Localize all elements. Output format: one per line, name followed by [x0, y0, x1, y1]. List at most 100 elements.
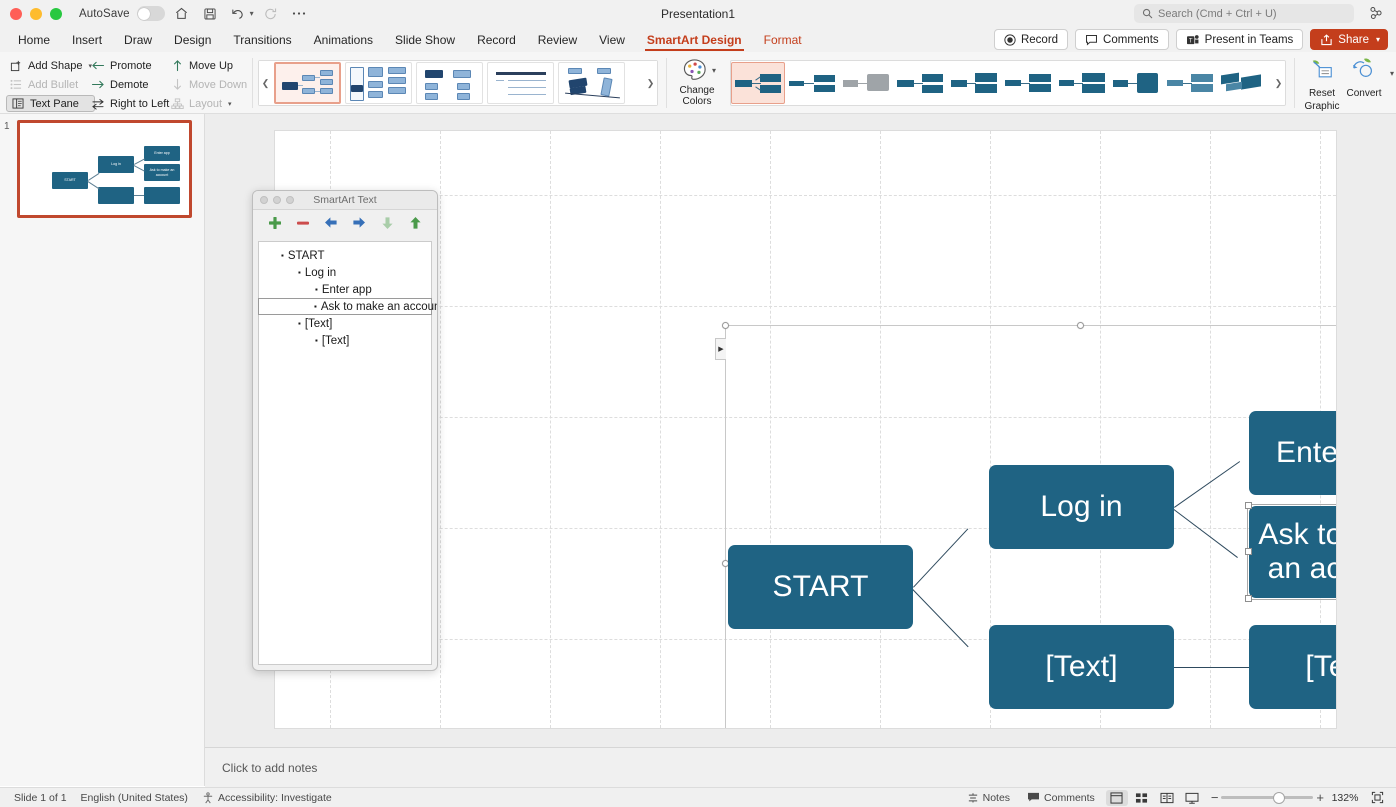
ribbon-options-icon[interactable]	[1368, 5, 1384, 26]
zoom-slider[interactable]	[1221, 791, 1314, 804]
record-button[interactable]: Record	[993, 29, 1069, 50]
undo-icon[interactable]	[227, 3, 249, 25]
language-label[interactable]: English (United States)	[81, 792, 188, 804]
fit-slide-button[interactable]	[1366, 790, 1388, 806]
tab-smartart-design[interactable]: SmartArt Design	[636, 27, 753, 52]
tab-animations[interactable]: Animations	[303, 27, 384, 52]
slideshow-view-button[interactable]	[1181, 790, 1203, 806]
minimize-window-icon[interactable]	[30, 7, 42, 20]
zoom-in-button[interactable]: +	[1316, 790, 1324, 805]
text-pane-button[interactable]: Text Pane	[6, 95, 95, 112]
tab-insert[interactable]: Insert	[61, 27, 113, 52]
reading-view-button[interactable]	[1156, 790, 1178, 806]
undo-dropdown-icon[interactable]: ▾	[250, 9, 254, 18]
window-controls[interactable]	[10, 7, 62, 20]
present-in-teams-button[interactable]: T Present in Teams	[1175, 29, 1304, 50]
comments-status-button[interactable]: Comments	[1027, 792, 1095, 804]
accessibility-status[interactable]: Accessibility: Investigate	[202, 792, 332, 804]
node-handle-nw[interactable]	[1245, 502, 1252, 509]
zoom-slider-knob[interactable]	[1273, 791, 1286, 804]
layout-tile-4[interactable]	[558, 62, 625, 104]
convert-dropdown-icon[interactable]: ▾	[1390, 69, 1394, 78]
node-handle-sw[interactable]	[1245, 595, 1252, 602]
tab-slide-show[interactable]: Slide Show	[384, 27, 466, 52]
normal-view-button[interactable]	[1105, 789, 1128, 806]
change-colors-dropdown-icon[interactable]: ▾	[712, 66, 716, 75]
tab-draw[interactable]: Draw	[113, 27, 163, 52]
node-handle-w[interactable]	[1245, 548, 1252, 555]
smartart-node-login[interactable]: Log in	[989, 465, 1174, 549]
autosave-toggle[interactable]	[136, 6, 165, 21]
outline-item-start[interactable]: ▪ START	[259, 247, 431, 264]
share-dropdown-icon[interactable]: ▾	[1376, 35, 1380, 44]
tab-transitions[interactable]: Transitions	[222, 27, 302, 52]
slide-sorter-view-button[interactable]	[1131, 790, 1153, 806]
demote-icon[interactable]	[352, 215, 367, 230]
save-icon[interactable]	[199, 3, 221, 25]
layout-gallery-next[interactable]: ❯	[644, 61, 657, 105]
style-tile-6[interactable]	[1055, 62, 1109, 104]
tab-format[interactable]: Format	[753, 27, 813, 52]
maximize-window-icon[interactable]	[50, 7, 62, 20]
right-to-left-button[interactable]: Right to Left	[88, 95, 172, 112]
style-tile-9[interactable]	[1217, 62, 1271, 104]
smartart-graphic-frame[interactable]: ▶ START Log in Enter app Ask	[715, 322, 1336, 728]
layout-tile-2[interactable]	[416, 62, 483, 104]
demote-button[interactable]: Demote	[88, 76, 172, 93]
smartart-node-enter-app[interactable]: Enter app	[1249, 411, 1336, 495]
remove-shape-icon[interactable]	[296, 215, 311, 230]
smartart-node-text-2[interactable]: [Text]	[1249, 625, 1336, 709]
text-pane-outline[interactable]: ▪ START ▪ Log in ▪ Enter app ▪ Ask to ma…	[258, 241, 437, 665]
smartart-text-pane[interactable]: SmartArt Text ▪ START ▪ Log in ▪ Enter a…	[252, 190, 438, 671]
outline-item-ask-account[interactable]: ▪ Ask to make an account	[258, 298, 437, 315]
tab-view[interactable]: View	[588, 27, 636, 52]
layout-tile-1[interactable]	[345, 62, 412, 104]
style-gallery-next[interactable]: ❯	[1272, 61, 1285, 105]
share-button[interactable]: Share ▾	[1310, 29, 1388, 50]
tab-home[interactable]: Home	[7, 27, 61, 52]
smartart-node-start[interactable]: START	[728, 545, 913, 629]
tab-design[interactable]: Design	[163, 27, 222, 52]
notes-button[interactable]: Notes	[967, 792, 1010, 804]
add-shape-icon[interactable]	[268, 215, 283, 230]
smartart-text-pane-toggle-icon[interactable]: ▶	[715, 338, 726, 360]
layout-tile-0[interactable]	[274, 62, 341, 104]
style-tile-2[interactable]	[839, 62, 893, 104]
style-tile-7[interactable]	[1109, 62, 1163, 104]
smartart-node-text-1[interactable]: [Text]	[989, 625, 1174, 709]
style-tile-4[interactable]	[947, 62, 1001, 104]
outline-item-text-1[interactable]: ▪ [Text]	[259, 315, 431, 332]
resize-handle-nw[interactable]	[722, 322, 729, 329]
convert-button[interactable]: Convert ▾	[1342, 57, 1394, 99]
style-tile-0[interactable]	[731, 62, 785, 104]
promote-button[interactable]: Promote	[88, 57, 172, 74]
outline-item-text-2[interactable]: ▪ [Text]	[259, 332, 431, 349]
promote-icon[interactable]	[324, 215, 339, 230]
style-tile-1[interactable]	[785, 62, 839, 104]
tab-record[interactable]: Record	[466, 27, 527, 52]
layout-tile-3[interactable]	[487, 62, 554, 104]
move-up-button[interactable]: Move Up	[167, 57, 250, 74]
style-tile-5[interactable]	[1001, 62, 1055, 104]
close-window-icon[interactable]	[10, 7, 22, 20]
change-colors-button[interactable]: ▾ Change Colors	[674, 52, 722, 114]
redo-icon[interactable]	[260, 3, 282, 25]
add-shape-button[interactable]: Add Shape ▾	[6, 57, 95, 74]
slide-thumbnail-1[interactable]: START Log in Enter app Ask to make an ac…	[17, 120, 192, 218]
layout-gallery-prev[interactable]: ❮	[259, 61, 272, 105]
zoom-out-button[interactable]: −	[1211, 790, 1219, 805]
smartart-node-ask-account[interactable]: Ask to make an account	[1247, 504, 1336, 600]
notes-pane[interactable]: Click to add notes	[205, 747, 1396, 787]
comments-button[interactable]: Comments	[1075, 29, 1169, 50]
tab-review[interactable]: Review	[527, 27, 588, 52]
outline-item-enter-app[interactable]: ▪ Enter app	[259, 281, 431, 298]
move-up-icon[interactable]	[408, 215, 423, 230]
style-tile-8[interactable]	[1163, 62, 1217, 104]
more-options-icon[interactable]	[288, 3, 310, 25]
home-icon[interactable]	[171, 3, 193, 25]
resize-handle-n[interactable]	[1077, 322, 1084, 329]
reset-graphic-button[interactable]: Reset Graphic	[1300, 57, 1344, 112]
search-input[interactable]: Search (Cmd + Ctrl + U)	[1134, 4, 1354, 23]
style-tile-3[interactable]	[893, 62, 947, 104]
outline-item-login[interactable]: ▪ Log in	[259, 264, 431, 281]
